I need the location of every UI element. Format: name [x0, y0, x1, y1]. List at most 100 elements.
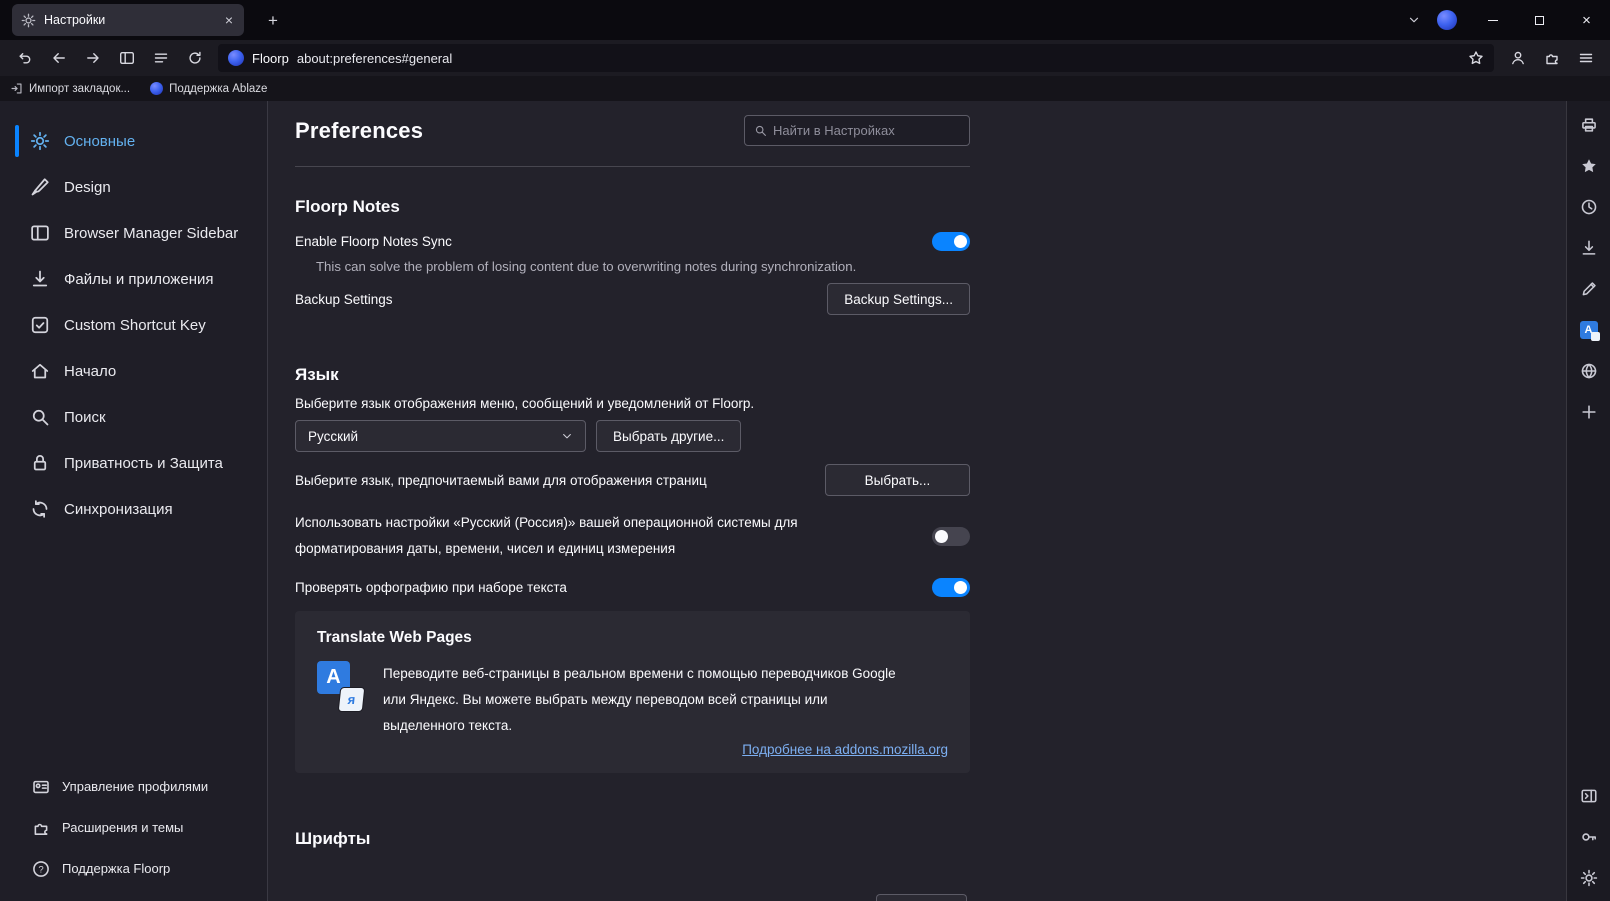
tab-close-icon[interactable]: × — [223, 12, 235, 28]
workspaces-button[interactable] — [144, 44, 177, 72]
gear-icon — [1580, 869, 1598, 887]
undo-close-tab-button[interactable] — [8, 44, 41, 72]
sidebar-item-label: Начало — [64, 363, 116, 380]
sidebar-item-label: Основные — [64, 133, 135, 150]
choose-webpage-language-button[interactable]: Выбрать... — [825, 464, 970, 496]
language-select[interactable]: Русский — [295, 420, 586, 452]
bookmark-ablaze-support[interactable]: Поддержка Ablaze — [150, 82, 267, 95]
panel-bookmarks-button[interactable] — [1571, 148, 1607, 184]
list-all-tabs-button[interactable] — [1397, 0, 1431, 40]
section-heading-fonts: Шрифты — [295, 829, 970, 849]
backup-settings-label: Backup Settings — [295, 292, 393, 307]
partial-button[interactable] — [876, 894, 967, 901]
backup-settings-button[interactable]: Backup Settings... — [827, 283, 970, 315]
sidebar-item-label: Синхронизация — [64, 501, 173, 518]
keyboard-shortcut-button[interactable] — [1571, 819, 1607, 855]
home-icon — [30, 361, 50, 381]
backup-settings-row: Backup Settings Backup Settings... — [295, 283, 970, 315]
spellcheck-row: Проверять орфографию при наборе текста — [295, 578, 970, 597]
reload-button[interactable] — [178, 44, 211, 72]
maximize-button[interactable] — [1516, 0, 1563, 40]
sidebar-item-extensions-themes[interactable]: Расширения и темы — [0, 807, 267, 848]
translate-web-pages-card: Translate Web Pages A я Переводите веб-с… — [295, 611, 970, 773]
settings-search[interactable] — [744, 115, 970, 146]
bookmark-import[interactable]: Импорт закладок... — [10, 82, 130, 95]
gear-icon — [21, 13, 36, 28]
chevron-down-icon — [561, 430, 573, 442]
search-icon — [30, 407, 50, 427]
bookmark-label: Импорт закладок... — [29, 83, 130, 95]
translate-icon: A я — [317, 661, 363, 711]
sidebar-item-label: Расширения и темы — [62, 820, 183, 835]
settings-search-input[interactable] — [773, 123, 960, 138]
spellcheck-label: Проверять орфографию при наборе текста — [295, 580, 567, 595]
extensions-button[interactable] — [1535, 44, 1568, 72]
preferences-main: Preferences Floorp Notes Enable Floorp N… — [268, 101, 1566, 901]
panel-webpanel-button[interactable] — [1571, 353, 1607, 389]
sidebar-item-home[interactable]: Начало — [0, 348, 267, 394]
account-button[interactable] — [1501, 44, 1534, 72]
browser-manager-strip: A — [1566, 101, 1610, 901]
add-panel-button[interactable] — [1571, 394, 1607, 430]
floorp-logo-icon — [228, 50, 244, 66]
sidebar-item-floorp-support[interactable]: ? Поддержка Floorp — [0, 848, 267, 889]
notes-sync-description: This can solve the problem of losing con… — [316, 259, 970, 274]
floorp-account-icon[interactable] — [1437, 10, 1457, 30]
spellcheck-toggle[interactable] — [932, 578, 970, 597]
sidebar-item-general[interactable]: Основные — [0, 118, 267, 164]
plus-icon — [1580, 403, 1598, 421]
app-menu-button[interactable] — [1569, 44, 1602, 72]
panel-history-button[interactable] — [1571, 189, 1607, 225]
panel-notes-button[interactable] — [1571, 271, 1607, 307]
notes-sync-toggle[interactable] — [932, 232, 970, 251]
help-icon: ? — [32, 860, 50, 878]
browser-tab-settings[interactable]: Настройки × — [12, 4, 244, 36]
sidebar-item-files-applications[interactable]: Файлы и приложения — [0, 256, 267, 302]
translate-addon-link[interactable]: Подробнее на addons.mozilla.org — [742, 742, 948, 757]
new-tab-button[interactable]: + — [260, 8, 286, 34]
close-button[interactable]: × — [1563, 0, 1610, 40]
lock-icon — [30, 453, 50, 473]
hide-sidebar-button[interactable] — [1571, 778, 1607, 814]
notes-sync-label: Enable Floorp Notes Sync — [295, 234, 452, 249]
identity-label: Floorp — [252, 51, 289, 66]
floorp-logo-icon — [150, 82, 163, 95]
sidebar-item-profiles[interactable]: Управление профилями — [0, 766, 267, 807]
paintbrush-icon — [30, 177, 50, 197]
set-alternatives-button[interactable]: Выбрать другие... — [596, 420, 741, 452]
sidebar-item-design[interactable]: Design — [0, 164, 267, 210]
url-bar[interactable]: Floorp about:preferences#general — [218, 44, 1494, 72]
hamburger-menu-icon — [1578, 50, 1594, 66]
url-text[interactable]: about:preferences#general — [297, 51, 452, 66]
sidebar-item-privacy-security[interactable]: Приватность и Защита — [0, 440, 267, 486]
minimize-button[interactable] — [1469, 0, 1516, 40]
page-title: Preferences — [295, 118, 423, 144]
sidebar-item-label: Design — [64, 179, 111, 196]
os-locale-toggle[interactable] — [932, 527, 970, 546]
page-header: Preferences — [295, 101, 970, 167]
sidebar-item-sync[interactable]: Синхронизация — [0, 486, 267, 532]
key-icon — [1580, 828, 1598, 846]
sidebar-item-label: Поиск — [64, 409, 106, 426]
sidebar-item-label: Поддержка Floorp — [62, 861, 170, 876]
panel-translate-button[interactable]: A — [1571, 312, 1607, 348]
language-select-value: Русский — [308, 429, 358, 444]
account-icon — [1510, 50, 1526, 66]
forward-button[interactable] — [76, 44, 109, 72]
translate-card-heading: Translate Web Pages — [317, 629, 948, 647]
bookmark-star-icon[interactable] — [1468, 50, 1484, 66]
sidebar-item-custom-shortcut-key[interactable]: Custom Shortcut Key — [0, 302, 267, 348]
sidebar-toggle-button[interactable] — [110, 44, 143, 72]
sidebar-settings-button[interactable] — [1571, 860, 1607, 896]
sidebar-item-label: Приватность и Защита — [64, 455, 223, 472]
tab-title: Настройки — [44, 13, 215, 27]
panel-print-button[interactable] — [1571, 107, 1607, 143]
sidebar-item-browser-manager-sidebar[interactable]: Browser Manager Sidebar — [0, 210, 267, 256]
sidebar-item-label: Файлы и приложения — [64, 271, 213, 288]
svg-text:?: ? — [38, 864, 43, 875]
sidebar-layout-icon — [30, 223, 50, 243]
sidebar-item-search[interactable]: Поиск — [0, 394, 267, 440]
panel-downloads-button[interactable] — [1571, 230, 1607, 266]
download-icon — [1580, 239, 1598, 257]
back-button[interactable] — [42, 44, 75, 72]
